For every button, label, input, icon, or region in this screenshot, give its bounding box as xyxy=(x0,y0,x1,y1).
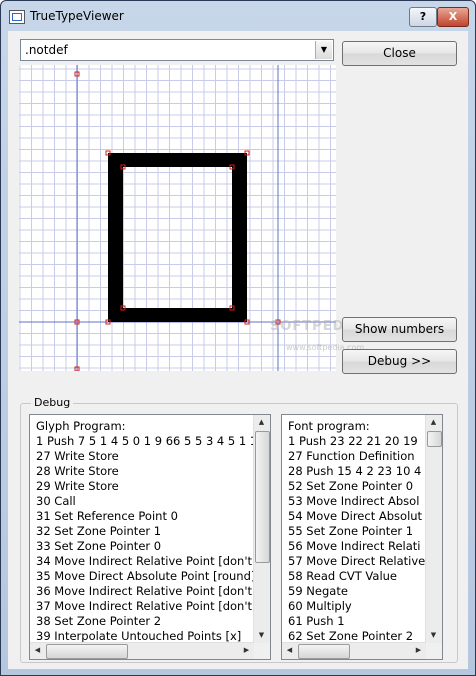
scroll-thumb[interactable] xyxy=(298,644,350,659)
window-title: TrueTypeViewer xyxy=(30,9,124,23)
program-line[interactable]: 59 Negate xyxy=(288,584,426,599)
program-line[interactable]: 27 Write Store xyxy=(36,449,254,464)
glyph-horizontal-scrollbar[interactable]: ◀ ▶ xyxy=(30,642,254,659)
scroll-thumb[interactable] xyxy=(255,431,270,563)
program-line[interactable]: 53 Move Indirect Absol xyxy=(288,494,426,509)
scrollbar-corner xyxy=(426,643,442,659)
font-program-list[interactable]: Font program: 1 Push 23 22 21 20 19 27 Fun… xyxy=(281,414,443,660)
program-line[interactable]: 32 Set Zone Pointer 1 xyxy=(36,524,254,539)
client-area: .notdef ▼ Close SOFTPEDIA www.softpedia.… xyxy=(8,31,468,669)
program-line[interactable]: 29 Write Store xyxy=(36,479,254,494)
scroll-up-icon[interactable]: ▲ xyxy=(426,415,441,430)
glyph-vertical-scrollbar[interactable]: ▲ ▼ xyxy=(253,415,270,643)
debug-group-label: Debug xyxy=(31,396,74,409)
scroll-right-icon[interactable]: ▶ xyxy=(411,643,426,658)
program-line[interactable]: 28 Push 15 4 2 23 10 4 xyxy=(288,464,426,479)
program-line[interactable]: 55 Set Zone Pointer 1 xyxy=(288,524,426,539)
scroll-left-icon[interactable]: ◀ xyxy=(282,643,297,658)
window-close-button[interactable]: X xyxy=(437,7,469,27)
scroll-up-icon[interactable]: ▲ xyxy=(254,415,269,430)
close-button-label: Close xyxy=(383,46,416,60)
program-line[interactable]: 27 Function Definition xyxy=(288,449,426,464)
font-vertical-scrollbar[interactable]: ▲ ▼ xyxy=(425,415,442,643)
program-line[interactable]: 52 Set Zone Pointer 0 xyxy=(288,479,426,494)
program-line[interactable]: 37 Move Indirect Relative Point [don't u xyxy=(36,599,254,614)
program-line[interactable]: 1 Push 7 5 1 4 5 0 1 9 66 5 5 3 4 5 1 1 xyxy=(36,434,254,449)
chevron-down-icon[interactable]: ▼ xyxy=(315,41,332,59)
program-line[interactable]: 57 Move Direct Relative xyxy=(288,554,426,569)
program-line[interactable]: 1 Push 23 22 21 20 19 xyxy=(288,434,426,449)
font-horizontal-scrollbar[interactable]: ◀ ▶ xyxy=(282,642,426,659)
app-window: TrueTypeViewer ? X .notdef ▼ Close SOFTP… xyxy=(0,0,476,676)
program-line[interactable]: 35 Move Direct Absolute Point [round] xyxy=(36,569,254,584)
scroll-thumb[interactable] xyxy=(46,644,128,659)
scroll-thumb[interactable] xyxy=(427,431,442,447)
show-numbers-button[interactable]: Show numbers xyxy=(342,317,457,342)
program-line[interactable]: Glyph Program: xyxy=(36,419,254,434)
program-line[interactable]: 58 Read CVT Value xyxy=(288,569,426,584)
program-line[interactable]: 34 Move Indirect Relative Point [don't u xyxy=(36,554,254,569)
program-line[interactable]: 54 Move Direct Absolut xyxy=(288,509,426,524)
debug-toggle-label: Debug >> xyxy=(367,354,432,368)
program-line[interactable]: 61 Push 1 xyxy=(288,614,426,629)
font-program-content: Font program: 1 Push 23 22 21 20 19 27 Fun… xyxy=(282,415,426,643)
debug-group: Debug Glyph Program: 1 Push 7 5 1 4 5 0 1… xyxy=(20,396,458,663)
program-line[interactable]: 36 Move Indirect Relative Point [don't u xyxy=(36,584,254,599)
scroll-right-icon[interactable]: ▶ xyxy=(239,643,254,658)
title-bar[interactable]: TrueTypeViewer ? X xyxy=(1,1,475,31)
program-line[interactable]: 60 Multiply xyxy=(288,599,426,614)
glyph-program-list[interactable]: Glyph Program: 1 Push 7 5 1 4 5 0 1 9 66 … xyxy=(29,414,271,660)
glyph-select-value: .notdef xyxy=(25,43,68,57)
program-line[interactable]: 38 Set Zone Pointer 2 xyxy=(36,614,254,629)
close-button[interactable]: Close xyxy=(342,41,457,66)
help-button[interactable]: ? xyxy=(409,7,437,27)
debug-toggle-button[interactable]: Debug >> xyxy=(342,349,457,374)
program-line[interactable]: 28 Write Store xyxy=(36,464,254,479)
program-line[interactable]: 56 Move Indirect Relati xyxy=(288,539,426,554)
scroll-left-icon[interactable]: ◀ xyxy=(30,643,45,658)
app-icon xyxy=(9,10,25,24)
scroll-down-icon[interactable]: ▼ xyxy=(254,628,269,643)
program-line[interactable]: 31 Set Reference Point 0 xyxy=(36,509,254,524)
scrollbar-corner xyxy=(254,643,270,659)
program-line[interactable]: 30 Call xyxy=(36,494,254,509)
program-line[interactable]: 33 Set Zone Pointer 0 xyxy=(36,539,254,554)
program-line[interactable]: Font program: xyxy=(288,419,426,434)
glyph-outline xyxy=(108,153,247,322)
show-numbers-label: Show numbers xyxy=(354,322,445,336)
program-line[interactable]: 39 Interpolate Untouched Points [x] xyxy=(36,629,254,643)
glyph-select[interactable]: .notdef ▼ xyxy=(20,39,334,61)
program-line[interactable]: 62 Set Zone Pointer 2 xyxy=(288,629,426,643)
scroll-down-icon[interactable]: ▼ xyxy=(426,628,441,643)
glyph-program-content: Glyph Program: 1 Push 7 5 1 4 5 0 1 9 66 … xyxy=(30,415,254,643)
